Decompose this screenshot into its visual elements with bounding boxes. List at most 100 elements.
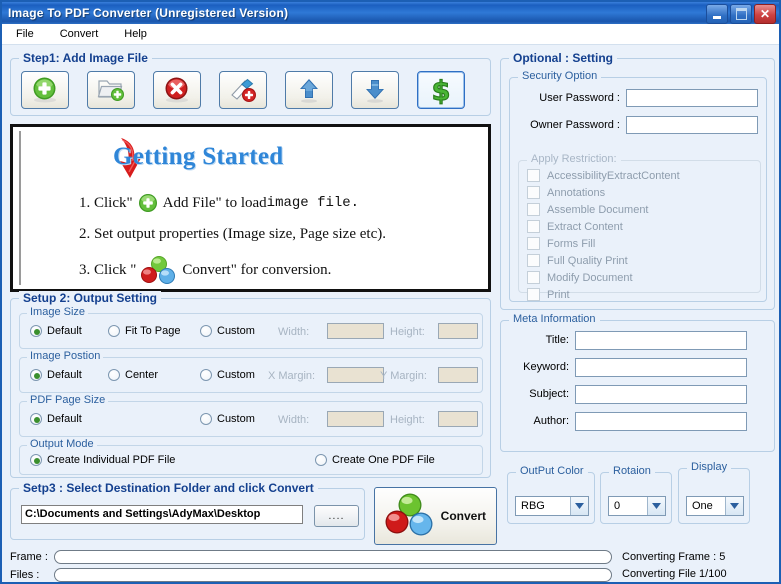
image-size-radio-fit-to-page[interactable]: Fit To Page bbox=[108, 325, 180, 337]
convert-button[interactable]: Convert bbox=[374, 487, 497, 545]
meta-author-input[interactable] bbox=[575, 412, 747, 431]
radio-indicator bbox=[30, 325, 42, 337]
meta-keyword-input[interactable] bbox=[575, 358, 747, 377]
user-password-label: User Password : bbox=[539, 92, 620, 104]
minimize-button[interactable] bbox=[706, 4, 728, 24]
remove-file-button[interactable] bbox=[153, 71, 201, 109]
title-bar: Image To PDF Converter (Unregistered Ver… bbox=[2, 2, 779, 24]
window-title: Image To PDF Converter (Unregistered Ver… bbox=[8, 6, 289, 20]
image-size-group: Image Size Default Fit To Page Custom Wi… bbox=[19, 306, 483, 349]
output-mode-legend: Output Mode bbox=[27, 438, 97, 450]
add-file-button[interactable] bbox=[21, 71, 69, 109]
display-select[interactable]: One bbox=[686, 496, 744, 516]
restriction-forms-fill[interactable]: Forms Fill bbox=[527, 237, 595, 250]
window-controls: ✕ bbox=[706, 4, 776, 24]
maximize-button[interactable] bbox=[730, 4, 752, 24]
checkbox-indicator bbox=[527, 254, 540, 267]
meta-title-input[interactable] bbox=[575, 331, 747, 350]
chevron-down-icon bbox=[647, 497, 665, 515]
rotation-group: Rotaion 0 bbox=[600, 465, 672, 524]
image-size-radio-default[interactable]: Default bbox=[30, 325, 82, 337]
rotation-select[interactable]: 0 bbox=[608, 496, 666, 516]
arrow-up-icon bbox=[300, 79, 318, 103]
restriction-extract-content[interactable]: Extract Content bbox=[527, 220, 623, 233]
security-option-group: Security Option User Password : Owner Pa… bbox=[509, 70, 767, 302]
restriction-print[interactable]: Print bbox=[527, 288, 570, 301]
display-group: Display One bbox=[678, 461, 750, 524]
meta-subject-input[interactable] bbox=[575, 385, 747, 404]
browse-button[interactable]: .... bbox=[314, 505, 359, 527]
move-down-button[interactable] bbox=[351, 71, 399, 109]
restriction-accessibility-extract-content[interactable]: AccessibilityExtractContent bbox=[527, 169, 680, 182]
restriction-modify-document[interactable]: Modify Document bbox=[527, 271, 633, 284]
apply-restriction-legend: Apply Restriction: bbox=[527, 153, 621, 165]
menu-item-file[interactable]: File bbox=[12, 27, 38, 41]
y-margin-input[interactable] bbox=[438, 367, 478, 383]
clear-list-button[interactable] bbox=[219, 71, 267, 109]
destination-path-input[interactable]: C:\Documents and Settings\AdyMax\Desktop bbox=[21, 505, 303, 524]
add-folder-icon bbox=[97, 80, 124, 101]
restriction-annotations[interactable]: Annotations bbox=[527, 186, 605, 199]
setp3-legend: Setp3 : Select Destination Folder and cl… bbox=[19, 481, 318, 495]
owner-password-label: Owner Password : bbox=[530, 119, 620, 131]
files-progress-label: Files : bbox=[10, 569, 40, 581]
step1-toolbar-group: Step1: Add Image File $ bbox=[10, 51, 491, 116]
image-position-radio-custom[interactable]: Custom bbox=[200, 369, 255, 381]
image-list-panel[interactable]: Getting Started 1. Click" Add File" to l… bbox=[10, 124, 491, 292]
optional-setting-group: Optional : Setting Security Option User … bbox=[500, 51, 775, 310]
menu-item-help[interactable]: Help bbox=[120, 27, 151, 41]
optional-setting-legend: Optional : Setting bbox=[509, 51, 617, 65]
image-position-radio-center[interactable]: Center bbox=[108, 369, 158, 381]
convert-spheres-icon bbox=[141, 256, 176, 284]
getting-started-step-2: 2. Set output properties (Image size, Pa… bbox=[79, 226, 386, 242]
meta-information-group: Meta Information Title: Keyword: Subject… bbox=[500, 313, 775, 452]
status-converting-frame: Converting Frame : 5 bbox=[622, 551, 726, 563]
security-option-legend: Security Option bbox=[518, 70, 602, 82]
checkbox-indicator bbox=[527, 203, 540, 216]
radio-indicator bbox=[108, 369, 120, 381]
restriction-full-quality-print[interactable]: Full Quality Print bbox=[527, 254, 628, 267]
image-size-height-label: Height: bbox=[390, 326, 425, 338]
x-margin-input[interactable] bbox=[327, 367, 384, 383]
restriction-assemble-document[interactable]: Assemble Document bbox=[527, 203, 649, 216]
output-color-value: RBG bbox=[521, 500, 545, 512]
setp3-group: Setp3 : Select Destination Folder and cl… bbox=[10, 481, 365, 540]
add-folder-button[interactable] bbox=[87, 71, 135, 109]
pdf-width-input[interactable] bbox=[327, 411, 384, 427]
image-position-radio-default[interactable]: Default bbox=[30, 369, 82, 381]
chevron-down-icon bbox=[725, 497, 743, 515]
output-mode-radio-individual[interactable]: Create Individual PDF File bbox=[30, 454, 175, 466]
radio-indicator bbox=[200, 369, 212, 381]
radio-indicator bbox=[200, 413, 212, 425]
checkbox-indicator bbox=[527, 169, 540, 182]
pdf-height-input[interactable] bbox=[438, 411, 478, 427]
meta-information-legend: Meta Information bbox=[509, 313, 600, 325]
meta-keyword-label: Keyword: bbox=[523, 361, 569, 373]
move-up-button[interactable] bbox=[285, 71, 333, 109]
image-size-width-input[interactable] bbox=[327, 323, 384, 339]
frame-progress-bar bbox=[54, 550, 612, 564]
output-mode-group: Output Mode Create Individual PDF File C… bbox=[19, 438, 483, 475]
radio-indicator bbox=[200, 325, 212, 337]
output-mode-radio-one-file[interactable]: Create One PDF File bbox=[315, 454, 435, 466]
pdf-page-size-radio-custom[interactable]: Custom bbox=[200, 413, 255, 425]
output-color-group: OutPut Color RBG bbox=[507, 465, 595, 524]
image-size-height-input[interactable] bbox=[438, 323, 478, 339]
pdf-page-size-radio-default[interactable]: Default bbox=[30, 413, 82, 425]
convert-button-label: Convert bbox=[440, 509, 486, 523]
add-circle-inline-icon bbox=[138, 194, 157, 212]
image-size-radio-custom[interactable]: Custom bbox=[200, 325, 255, 337]
arrow-down-icon bbox=[366, 80, 384, 103]
radio-indicator bbox=[30, 454, 42, 466]
meta-author-label: Author: bbox=[533, 415, 569, 427]
close-button[interactable]: ✕ bbox=[754, 4, 776, 24]
getting-started-step-1: 1. Click" Add File" to load image file. bbox=[79, 194, 360, 212]
delete-circle-icon bbox=[165, 77, 188, 103]
output-color-select[interactable]: RBG bbox=[515, 496, 589, 516]
owner-password-input[interactable] bbox=[626, 116, 758, 134]
frame-progress-label: Frame : bbox=[10, 551, 48, 563]
menu-item-convert[interactable]: Convert bbox=[56, 27, 103, 41]
register-button[interactable]: $ bbox=[417, 71, 465, 109]
pdf-page-size-group: PDF Page Size Default Custom Width: Heig… bbox=[19, 394, 483, 437]
user-password-input[interactable] bbox=[626, 89, 758, 107]
